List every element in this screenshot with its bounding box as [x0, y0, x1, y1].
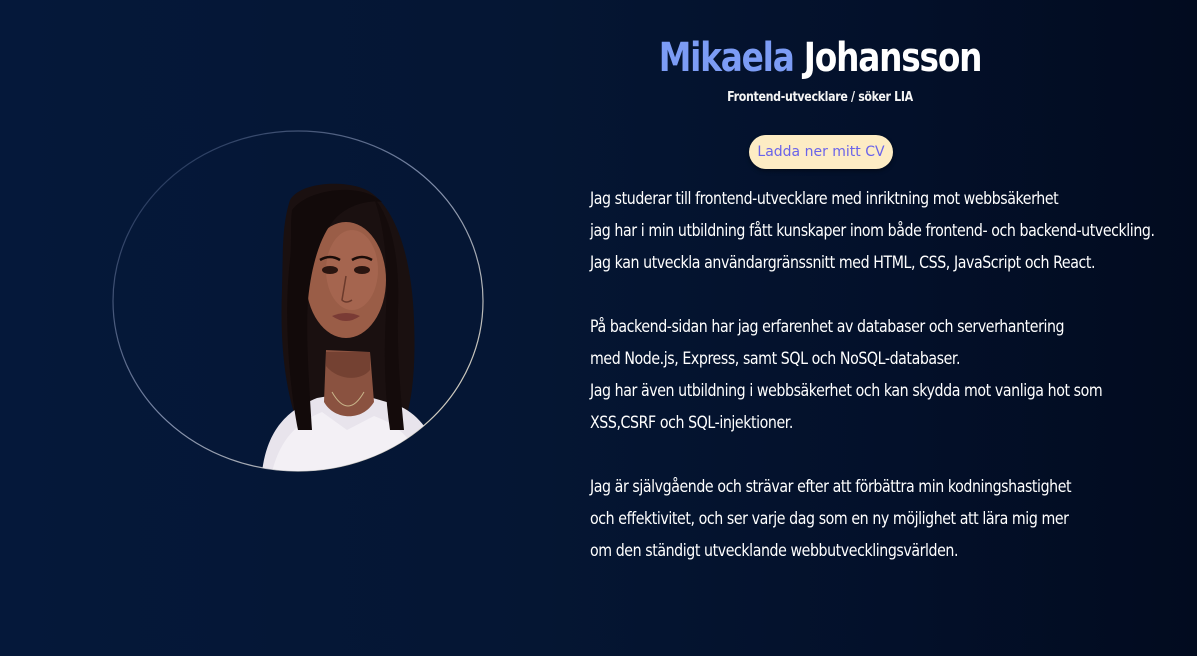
- about-line: På backend-sidan har jag erfarenhet av d…: [590, 317, 1065, 336]
- last-name: Johansson: [803, 35, 983, 81]
- about-line: om den ständigt utvecklande webbutveckli…: [590, 541, 959, 560]
- about-line: med Node.js, Express, samt SQL och NoSQL…: [590, 349, 961, 368]
- download-cv-button[interactable]: Ladda ner mitt CV: [749, 135, 893, 169]
- about-paragraph: Jag studerar till frontend-utvecklare me…: [590, 183, 1155, 279]
- about-paragraph: Jag är självgående och strävar efter att…: [590, 471, 1097, 567]
- about-line: och effektivitet, och ser varje dag som …: [590, 509, 1069, 528]
- page-title: Mikaela Johansson: [631, 28, 1008, 88]
- job-subtitle: Frontend-utvecklare / söker LIA: [727, 90, 913, 105]
- about-line: jag har i min utbildning fått kunskaper …: [590, 221, 1155, 240]
- about-text: Jag studerar till frontend-utvecklare me…: [590, 183, 1180, 599]
- hero-section: Mikaela Johansson Frontend-utvecklare / …: [0, 0, 1197, 656]
- about-line: XSS,CSRF och SQL-injektioner.: [590, 413, 793, 432]
- portrait-ring: [112, 130, 484, 472]
- about-line: Jag har även utbildning i webbsäkerhet o…: [590, 381, 1103, 400]
- about-line: Jag studerar till frontend-utvecklare me…: [590, 189, 1059, 208]
- first-name: Mikaela: [658, 35, 795, 81]
- about-paragraph: På backend-sidan har jag erfarenhet av d…: [590, 311, 1103, 439]
- about-line: Jag är självgående och strävar efter att…: [590, 477, 1072, 496]
- profile-photo: [112, 130, 484, 472]
- about-line: Jag kan utveckla användargränssnitt med …: [590, 253, 1096, 272]
